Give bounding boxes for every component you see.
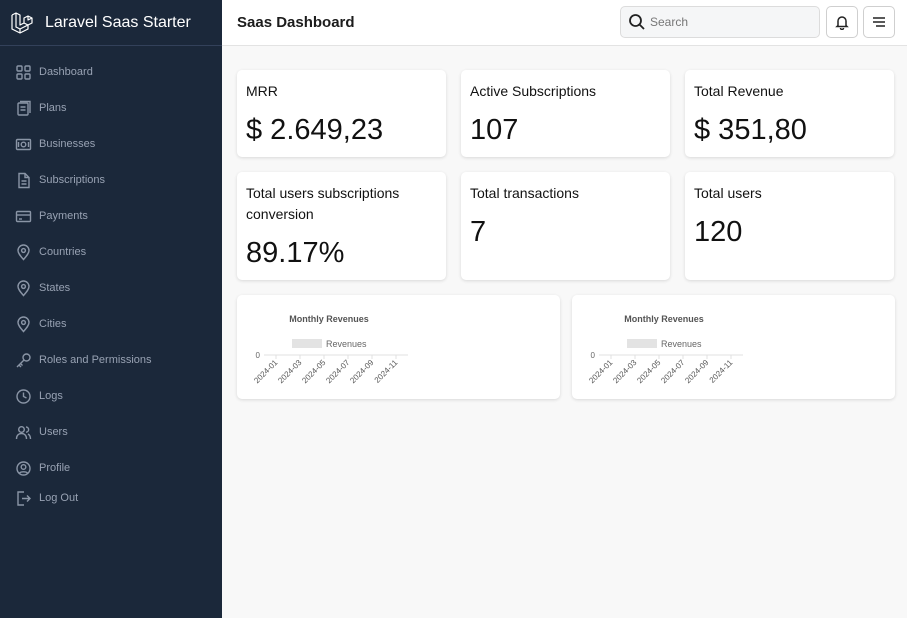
x-tick-label: 2024-11: [708, 358, 735, 385]
sidebar-item-label: Logs: [39, 390, 63, 402]
x-tick-label: 2024-11: [373, 358, 400, 385]
sidebar-item-label: Dashboard: [39, 66, 93, 78]
stat-value: $ 351,80: [694, 114, 807, 146]
sidebar-item-log-out[interactable]: Log Out: [0, 486, 222, 510]
location-pin-icon: [17, 279, 30, 297]
x-tick-label: 2024-01: [252, 358, 280, 386]
subscriptions-icon: [18, 172, 30, 188]
stat-label: Active Subscriptions: [470, 83, 597, 99]
stat-card-total-users: Total users 120: [685, 172, 894, 280]
sidebar-item-roles-and-permissions[interactable]: Roles and Permissions: [0, 342, 222, 378]
sidebar-item-label: Payments: [39, 210, 88, 222]
brand[interactable]: Laravel Saas Starter: [0, 0, 222, 46]
sidebar-item-payments[interactable]: Payments: [0, 198, 222, 234]
x-tick-label: 2024-03: [276, 358, 304, 386]
users-icon: [15, 425, 32, 439]
x-tick-label: 2024-05: [635, 358, 663, 386]
sidebar-item-label: Plans: [39, 102, 67, 114]
legend-label[interactable]: Revenues: [661, 339, 702, 349]
sidebar-item-label: Subscriptions: [39, 174, 106, 186]
laravel-logo-icon: [11, 11, 33, 34]
stat-label: Total users subscriptions conversion: [246, 185, 400, 222]
stat-card-total-revenue: Total Revenue $ 351,80: [685, 70, 894, 157]
sidebar-item-label: Profile: [39, 462, 71, 474]
sidebar-item-countries[interactable]: Countries: [0, 234, 222, 270]
x-tick-label: 2024-07: [324, 358, 352, 386]
top-bar: Saas Dashboard: [222, 0, 907, 46]
sidebar-item-label: Countries: [39, 246, 87, 258]
chart-card-monthly-revenues: Monthly Revenues Revenues 0 2024-01 2024-03 2…: [572, 295, 895, 399]
stat-card-conversion: Total users subscriptions conversion 89.…: [237, 172, 446, 280]
sidebar-item-dashboard[interactable]: Dashboard: [0, 54, 222, 90]
payments-icon: [15, 210, 32, 222]
x-tick-label: 2024-09: [683, 358, 711, 386]
dashboard-icon: [16, 64, 31, 80]
y-tick-label: 0: [256, 351, 261, 360]
x-tick-label: 2024-01: [587, 358, 615, 386]
businesses-icon: [15, 138, 32, 150]
stat-value: 7: [470, 216, 487, 248]
chart-title: Monthly Revenues: [289, 314, 369, 324]
sidebar-item-label: States: [39, 282, 71, 294]
x-tick-label: 2024-03: [611, 358, 639, 386]
plans-icon: [17, 100, 31, 116]
sidebar-item-label: Cities: [39, 318, 67, 330]
menu-button[interactable]: [863, 6, 895, 38]
sidebar-item-users[interactable]: Users: [0, 414, 222, 450]
sidebar: Laravel Saas Starter Dashboard Plans Bus…: [0, 0, 222, 618]
stat-value: 89.17%: [246, 237, 345, 269]
chart-title: Monthly Revenues: [624, 314, 704, 324]
location-pin-icon: [17, 315, 30, 333]
sidebar-item-label: Log Out: [39, 492, 79, 504]
legend-swatch[interactable]: [292, 339, 322, 348]
sidebar-item-label: Roles and Permissions: [39, 354, 152, 366]
x-tick-label: 2024-05: [300, 358, 328, 386]
stat-value: 107: [470, 114, 519, 146]
location-pin-icon: [17, 243, 30, 261]
clock-icon: [16, 388, 31, 404]
sidebar-item-states[interactable]: States: [0, 270, 222, 306]
menu-icon: [873, 17, 885, 27]
sidebar-item-logs[interactable]: Logs: [0, 378, 222, 414]
legend-swatch[interactable]: [627, 339, 657, 348]
x-tick-label: 2024-07: [659, 358, 687, 386]
stat-label: MRR: [246, 83, 278, 99]
stat-label: Total transactions: [470, 185, 579, 201]
monthly-revenues-chart: Monthly RevenuesRevenues02024-012024-032…: [252, 314, 408, 386]
search-input[interactable]: [650, 15, 810, 29]
stat-card-active-subscriptions: Active Subscriptions 107: [461, 70, 670, 157]
profile-icon: [16, 460, 31, 476]
monthly-revenues-chart: Monthly RevenuesRevenues02024-012024-032…: [587, 314, 743, 386]
stat-value: 120: [694, 216, 743, 248]
sidebar-item-label: Users: [39, 426, 68, 438]
chart-card-monthly-revenues: Monthly Revenues Revenues 0 2024-01 2024-03 2…: [237, 295, 560, 399]
stat-label: Total users: [694, 185, 762, 201]
brand-name: Laravel Saas Starter: [45, 13, 191, 31]
stat-label: Total Revenue: [694, 83, 784, 99]
stat-card-total-transactions: Total transactions 7: [461, 172, 670, 280]
bell-icon: [835, 16, 849, 30]
sidebar-item-businesses[interactable]: Businesses: [0, 126, 222, 162]
sidebar-item-profile[interactable]: Profile: [0, 450, 222, 486]
sidebar-item-cities[interactable]: Cities: [0, 306, 222, 342]
search-icon: [629, 14, 645, 30]
search-box[interactable]: [620, 6, 820, 38]
logout-icon: [17, 490, 31, 506]
legend-label[interactable]: Revenues: [326, 339, 367, 349]
notifications-button[interactable]: [826, 6, 858, 38]
stat-card-mrr: MRR $ 2.649,23: [237, 70, 446, 157]
key-icon: [16, 352, 31, 367]
sidebar-item-plans[interactable]: Plans: [0, 90, 222, 126]
x-tick-label: 2024-09: [348, 358, 376, 386]
sidebar-nav: Dashboard Plans Businesses Subscriptions…: [0, 46, 222, 510]
y-tick-label: 0: [591, 351, 596, 360]
sidebar-item-label: Businesses: [39, 138, 96, 150]
page-title: Saas Dashboard: [237, 14, 355, 31]
sidebar-item-subscriptions[interactable]: Subscriptions: [0, 162, 222, 198]
stat-value: $ 2.649,23: [246, 114, 384, 146]
